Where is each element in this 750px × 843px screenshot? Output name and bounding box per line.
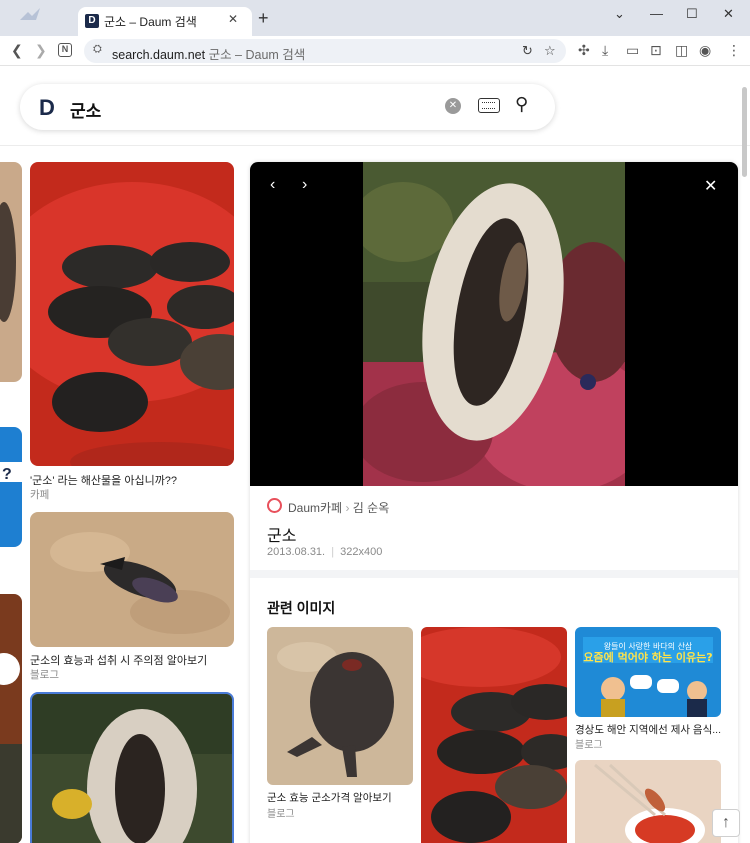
page-content: D 군소 ✕ ⚲ ? '군소' 라는 해산물을 아십니까?? 카페 군소의 효능…: [0, 67, 750, 843]
window-close-button[interactable]: ✕: [723, 6, 734, 22]
result-source: 블로그: [30, 669, 59, 681]
source-site[interactable]: Daum카페: [288, 501, 342, 515]
viewer-stage: ‹ › ✕: [250, 162, 738, 486]
related-source: 블로그: [575, 740, 603, 751]
related-image[interactable]: 왕들이 사랑한 바다의 산삼 요즘에 먹어야 하는 이유는?: [575, 627, 721, 717]
address-bar[interactable]: ⛭ search.daum.net 군소 – Daum 검색 ↻ ☆: [84, 39, 566, 63]
url-rest: 군소 – Daum 검색: [205, 48, 306, 62]
profile-icon[interactable]: ◉: [699, 42, 711, 59]
section-separator: [250, 570, 738, 578]
banner-main-text: 요즘에 먹어야 하는 이유는?: [583, 650, 712, 664]
image-viewer: ‹ › ✕ Daum카페 › 김 순옥 군소 2013.08.31. | 322…: [250, 162, 738, 843]
result-caption[interactable]: '군소' 라는 해산물을 아십니까??: [30, 472, 177, 488]
scroll-to-top-button[interactable]: ↑: [712, 809, 740, 837]
close-viewer-icon[interactable]: ✕: [704, 176, 717, 196]
daum-logo[interactable]: D: [39, 95, 55, 121]
minimize-button[interactable]: —: [650, 6, 663, 21]
image-title[interactable]: 군소: [267, 522, 296, 546]
related-caption[interactable]: 군소 효능 군소가격 알아보기: [267, 790, 392, 805]
url-text: search.daum.net 군소 – Daum 검색: [112, 44, 305, 63]
source-author[interactable]: 김 순옥: [353, 501, 389, 515]
result-image[interactable]: [0, 594, 22, 843]
reader-icon[interactable]: N: [58, 43, 72, 57]
daum-cafe-icon: [267, 498, 282, 513]
search-input[interactable]: 군소: [70, 97, 101, 122]
result-image[interactable]: [30, 162, 234, 466]
extensions-icon[interactable]: ✣: [578, 42, 590, 59]
back-icon[interactable]: ❮: [11, 42, 23, 59]
image-date: 2013.08.31.: [267, 546, 326, 558]
browser-tab[interactable]: D 군소 – Daum 검색 ✕: [78, 7, 252, 36]
profile-logo-icon: [18, 6, 42, 30]
result-image[interactable]: [30, 512, 234, 647]
result-image-selected[interactable]: [30, 692, 234, 843]
divider: [0, 145, 750, 146]
related-image[interactable]: [267, 627, 413, 785]
daum-favicon-icon: D: [85, 14, 99, 28]
browser-toolbar: ❮ ❯ N ⛭ search.daum.net 군소 – Daum 검색 ↻ ☆…: [0, 36, 750, 66]
related-source: 블로그: [267, 809, 295, 820]
new-tab-button[interactable]: +: [258, 8, 269, 29]
side-panel-icon[interactable]: ◫: [675, 42, 688, 59]
screenshot-icon[interactable]: ⊡: [650, 42, 662, 59]
result-image[interactable]: [0, 162, 22, 382]
image-source[interactable]: Daum카페 › 김 순옥: [288, 499, 389, 516]
menu-icon[interactable]: ⋮: [727, 42, 741, 59]
forward-icon[interactable]: ❯: [35, 42, 47, 59]
arrow-up-icon: ↑: [722, 814, 730, 831]
next-image-icon[interactable]: ›: [302, 176, 307, 194]
tab-title: 군소 – Daum 검색: [104, 15, 197, 29]
page-scrollbar[interactable]: [742, 87, 747, 177]
clear-search-icon[interactable]: ✕: [445, 98, 461, 114]
tab-strip: D 군소 – Daum 검색 ✕ + ⌄ — ☐ ✕: [0, 0, 750, 36]
source-separator: ›: [345, 501, 350, 515]
search-bar[interactable]: D 군소 ✕ ⚲: [20, 84, 555, 130]
site-info-icon[interactable]: ⛭: [93, 43, 102, 56]
svg-text:?: ?: [2, 466, 12, 483]
tab-search-icon[interactable]: ⌄: [614, 6, 625, 22]
related-image[interactable]: [421, 627, 567, 843]
maximize-button[interactable]: ☐: [686, 6, 698, 22]
result-caption[interactable]: 군소의 효능과 섭취 시 주의점 알아보기: [30, 652, 207, 668]
url-host: search.daum.net: [112, 48, 206, 62]
keyboard-icon[interactable]: [478, 98, 500, 113]
related-caption[interactable]: 경상도 해안 지역에선 제사 음식...: [575, 722, 721, 737]
image-size: 322x400: [340, 546, 383, 558]
tab-close-icon[interactable]: ✕: [228, 12, 238, 26]
result-image[interactable]: ?: [0, 427, 22, 547]
related-images-heading: 관련 이미지: [267, 600, 336, 616]
translate-icon[interactable]: ↻: [522, 43, 533, 59]
bookmark-star-icon[interactable]: ☆: [544, 43, 556, 59]
search-icon[interactable]: ⚲: [515, 94, 528, 115]
result-source: 카페: [30, 489, 50, 501]
image-meta: 2013.08.31. | 322x400: [267, 546, 383, 558]
download-icon[interactable]: ⤓: [602, 42, 608, 59]
related-image[interactable]: [575, 760, 721, 843]
previous-image-icon[interactable]: ‹: [270, 176, 275, 194]
viewer-image[interactable]: [363, 162, 625, 486]
banner-top-text: 왕들이 사랑한 바다의 산삼: [604, 641, 693, 651]
cast-icon[interactable]: ▭: [626, 42, 639, 59]
